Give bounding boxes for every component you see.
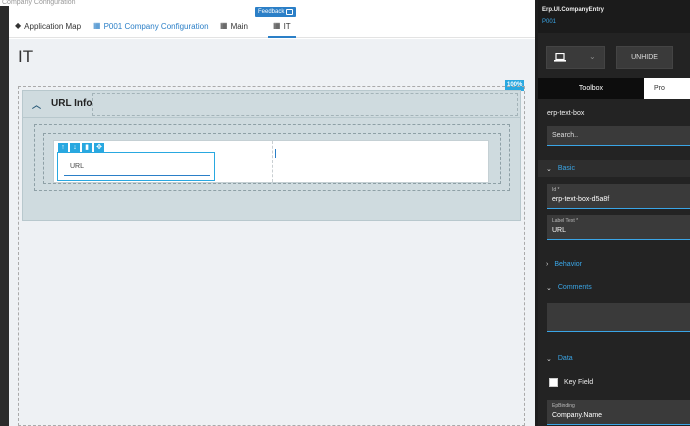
device-select[interactable]: ⌄ — [546, 46, 605, 69]
tab-toolbox[interactable]: Toolbox — [538, 78, 644, 99]
id-field[interactable]: Id * erp-text-box-d5a8f — [547, 184, 690, 209]
chevron-right-icon: › — [546, 261, 549, 268]
group-data-label: Data — [557, 355, 573, 362]
search-input[interactable]: Search.. — [547, 126, 690, 146]
checkbox-icon — [549, 378, 558, 387]
unhide-button[interactable]: UNHIDE — [616, 46, 673, 69]
header-drop-zone — [92, 93, 518, 116]
tab-it[interactable]: ▦ IT — [268, 16, 296, 38]
left-strip — [0, 6, 9, 426]
group-data[interactable]: ⌄ Data — [538, 350, 690, 367]
epbinding-field-value: Company.Name — [552, 412, 603, 419]
label-text-field[interactable]: Label Text * URL — [547, 215, 690, 240]
tab-application-map[interactable]: ◆ Application Map — [15, 16, 81, 36]
page-title: IT — [18, 47, 34, 66]
tab-main-label: Main — [230, 21, 248, 31]
tab-application-map-label: Application Map — [24, 21, 82, 31]
tab-properties[interactable]: Pro — [644, 78, 690, 99]
designer-main: ◆ Application Map ▦ P001 Company Configu… — [9, 6, 535, 426]
group-basic[interactable]: ⌄ Basic — [538, 160, 690, 177]
grid-icon: ▦ — [273, 21, 281, 30]
chevron-up-icon[interactable]: ︿ — [32, 98, 41, 111]
section-title: URL Info — [51, 98, 93, 109]
feedback-icon — [286, 9, 294, 15]
group-comments-label: Comments — [557, 284, 592, 291]
layout-column-left[interactable]: ↑ ↓ ▮ ✥ URL — [54, 141, 273, 182]
panel-subtitle[interactable]: P001 — [542, 19, 556, 25]
layout-column-right[interactable] — [273, 141, 488, 182]
chevron-down-icon: ⌄ — [589, 52, 596, 61]
designer-window: Company Configuration ◆ Application Map … — [0, 0, 690, 426]
chevron-down-icon: ⌄ — [546, 165, 552, 173]
key-field-checkbox[interactable]: Key Field — [549, 378, 593, 387]
label-text-field-value: URL — [552, 227, 567, 234]
section-header[interactable]: ︿ URL Info — [23, 91, 520, 118]
chevron-down-icon: ⌄ — [546, 284, 552, 292]
layout-row: ↑ ↓ ▮ ✥ URL — [53, 140, 489, 183]
epbinding-field[interactable]: EpBinding Company.Name — [547, 400, 690, 425]
properties-panel: Erp.UI.CompanyEntry P001 ⌄ UNHIDE Toolbo… — [538, 0, 690, 426]
tab-company-configuration[interactable]: ▦ P001 Company Configuration — [93, 16, 209, 36]
component-name: erp-text-box — [547, 110, 585, 117]
layers-icon: ◆ — [15, 21, 22, 30]
grid-icon: ▦ — [93, 21, 101, 30]
tab-company-configuration-label: P001 Company Configuration — [103, 21, 209, 31]
key-field-label: Key Field — [564, 379, 594, 386]
comments-textarea[interactable] — [547, 303, 690, 332]
grid-icon: ▦ — [220, 21, 228, 30]
panel-header: Erp.UI.CompanyEntry P001 — [538, 0, 690, 33]
group-basic-label: Basic — [557, 165, 575, 172]
insertion-cursor — [275, 149, 276, 158]
feedback-button[interactable]: Feedback — [255, 7, 297, 17]
laptop-icon — [554, 53, 566, 62]
section-url-info[interactable]: ︿ URL Info ↑ ↓ ▮ ✥ URL — [22, 90, 521, 221]
chevron-down-icon: ⌄ — [546, 355, 552, 363]
url-field-underline — [64, 175, 210, 176]
epbinding-field-label: EpBinding — [552, 403, 575, 409]
url-text-box[interactable]: URL — [57, 152, 215, 181]
tab-it-label: IT — [283, 21, 291, 31]
group-behavior-label: Behavior — [554, 261, 582, 268]
feedback-label: Feedback — [258, 9, 285, 15]
tab-bar: ◆ Application Map ▦ P001 Company Configu… — [9, 6, 535, 38]
tab-main[interactable]: ▦ Main — [220, 16, 248, 36]
design-canvas: IT 100% ︿ URL Info ↑ ↓ ▮ ✥ URL — [9, 39, 535, 426]
group-behavior[interactable]: › Behavior — [538, 256, 690, 273]
label-text-field-label: Label Text * — [552, 218, 579, 224]
id-field-label: Id * — [552, 187, 560, 193]
group-comments[interactable]: ⌄ Comments — [538, 279, 690, 296]
panel-title: Erp.UI.CompanyEntry — [542, 7, 605, 13]
id-field-value: erp-text-box-d5a8f — [552, 196, 610, 203]
url-field-label: URL — [70, 163, 85, 170]
